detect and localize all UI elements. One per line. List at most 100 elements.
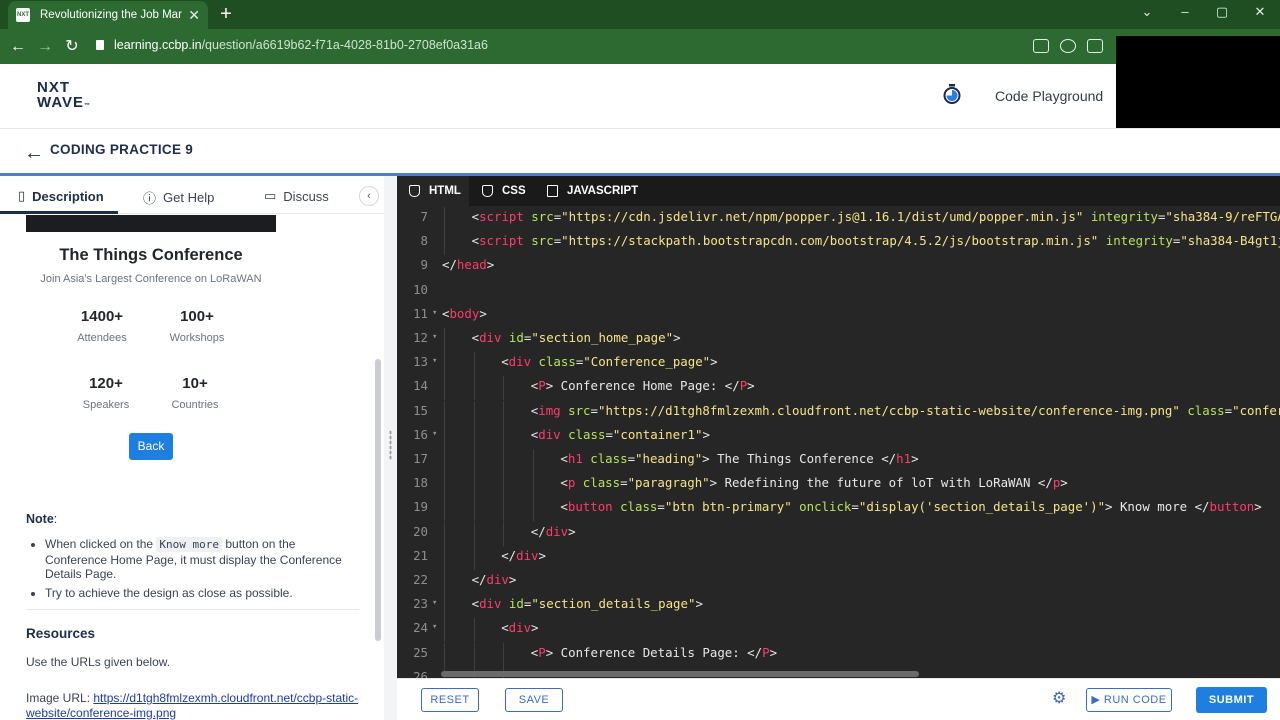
code-token: src	[568, 402, 591, 418]
description-panel: ▯ Description ⓘ Get Help ▭ Discuss ‹ The Th…	[0, 179, 384, 720]
tab-html[interactable]: HTML	[409, 185, 461, 197]
submit-button[interactable]: SUBMIT	[1196, 687, 1267, 713]
collapse-panel-button[interactable]: ‹	[359, 186, 379, 206]
indent-guide	[473, 545, 475, 570]
indent-guide	[503, 376, 505, 401]
code-line[interactable]: 8 <script src="https://stackpath.bootstra…	[397, 231, 1280, 257]
code-token: >	[673, 330, 681, 345]
run-code-button[interactable]: ▶ RUN CODE	[1086, 688, 1172, 712]
line-number: 14	[413, 378, 428, 394]
app-header: NXT WAVE™ Code Playground	[0, 64, 1280, 129]
forward-nav-icon[interactable]: →	[35, 37, 55, 57]
line-number: 20	[413, 523, 428, 539]
code-line[interactable]: 14 <P> Conference Home Page: </P>	[397, 376, 1280, 402]
code-token: Know more	[1112, 499, 1195, 515]
code-token: "https://stackpath.bootstrapcdn.com/boot…	[561, 233, 1099, 249]
reload-icon[interactable]: ↻	[62, 37, 82, 57]
code-token: div	[538, 426, 561, 442]
code-line[interactable]: 12 ▾ <div id="section_home_page">	[397, 328, 1280, 354]
code-token: id	[508, 330, 524, 345]
code-line[interactable]: 18 <p class="paragragh"> Redefining the f…	[397, 473, 1280, 499]
share-icon[interactable]	[1087, 39, 1103, 53]
reset-button[interactable]: RESET	[421, 688, 479, 712]
code-playground-link[interactable]: Code Playground	[995, 88, 1103, 104]
code-token: <	[471, 596, 480, 612]
code-token: div	[545, 523, 569, 539]
code-token: body	[449, 305, 480, 321]
tab-search-icon[interactable]: ⌄	[1137, 4, 1157, 20]
code-line[interactable]: 13 ▾ <div class="Conference_page">	[397, 352, 1280, 378]
code-token: "Conference_page"	[583, 354, 711, 370]
tab-javascript[interactable]: JAVASCRIPT	[547, 185, 638, 197]
eye-off-icon[interactable]	[1060, 39, 1076, 53]
fold-toggle-icon[interactable]: ▾	[432, 429, 437, 439]
stat-label: Speakers	[82, 399, 130, 411]
code-line[interactable]: 25 <P> Conference Details Page: </P>	[397, 642, 1280, 669]
line-number: 23	[413, 596, 428, 612]
code-line[interactable]: 22 </div>	[397, 570, 1280, 596]
code-token: </	[442, 257, 457, 273]
stopwatch-icon[interactable]	[943, 84, 961, 104]
code-line[interactable]: 24 ▾ <div>	[397, 618, 1280, 644]
code-token: "display('section_details_page')"	[858, 499, 1106, 515]
code-line[interactable]: 19 <button class="btn btn-primary" onclic…	[397, 497, 1280, 523]
fold-toggle-icon[interactable]: ▾	[432, 356, 437, 366]
code-line[interactable]: 7 <script src="https://cdn.jsdelivr.net/n…	[397, 207, 1280, 233]
browser-tab[interactable]: NXT Revolutionizing the Job Market | ✕	[8, 1, 208, 29]
editor-horizontal-scrollbar[interactable]	[441, 671, 919, 677]
fold-toggle-icon[interactable]: ▾	[432, 622, 437, 632]
panel-resize-handle[interactable]	[384, 176, 397, 720]
code-token: "btn btn-primary"	[664, 499, 792, 515]
nxtwave-logo[interactable]: NXT WAVE™	[37, 80, 91, 114]
tab-css[interactable]: CSS	[482, 185, 526, 197]
back-arrow-icon[interactable]: ←	[24, 142, 44, 165]
code-line[interactable]: 10	[397, 282, 1280, 306]
address-bar[interactable]: learning.ccbp.in/question/a6619b62-f71a-…	[96, 38, 488, 52]
code-token: Conference Details Page:	[553, 644, 748, 660]
tab-close-icon[interactable]: ✕	[188, 7, 200, 24]
tab-discuss[interactable]: ▭ Discuss	[264, 188, 329, 204]
code-token: </	[1194, 499, 1210, 515]
code-line[interactable]: 21 </div>	[397, 545, 1280, 572]
tab-javascript-label: JAVASCRIPT	[567, 185, 639, 197]
code-line[interactable]: 11 ▾ <body>	[397, 306, 1280, 330]
code-text: <P> Conference Home Page: </P>	[531, 378, 755, 393]
code-lines[interactable]: 7 <script src="https://cdn.jsdelivr.net/n…	[397, 206, 1280, 678]
new-tab-button[interactable]: +	[216, 4, 236, 24]
code-token: script	[479, 209, 524, 224]
fold-toggle-icon[interactable]: ▾	[432, 332, 437, 342]
code-line[interactable]: 17 <h1 class="heading"> The Things Confer…	[397, 449, 1280, 475]
minimize-button[interactable]: –	[1175, 4, 1195, 19]
back-nav-icon[interactable]: ←	[8, 37, 28, 57]
fold-toggle-icon[interactable]: ▾	[432, 308, 437, 318]
tab-discuss-label: Discuss	[283, 188, 329, 204]
code-token: "confere	[1232, 402, 1280, 418]
tab-description[interactable]: ▯ Description	[18, 188, 104, 204]
indent-guide	[503, 400, 505, 425]
tab-get-help[interactable]: ⓘ Get Help	[143, 188, 214, 207]
list-item: Try to achieve the design as close as po…	[45, 586, 345, 601]
gear-icon[interactable]: ⚙	[1052, 691, 1068, 707]
tab-css-label: CSS	[502, 185, 526, 197]
indent-guide	[473, 521, 475, 546]
preview-back-button[interactable]: Back	[129, 433, 173, 460]
code-line[interactable]: 23 ▾ <div id="section_details_page">	[397, 594, 1280, 620]
code-line[interactable]: 9 </head>	[397, 257, 1280, 281]
code-line[interactable]: 20 </div>	[397, 521, 1280, 548]
install-app-icon[interactable]	[1033, 39, 1049, 53]
panel-scrollbar[interactable]	[375, 359, 381, 641]
code-line[interactable]: 16 ▾ <div class="container1">	[397, 424, 1280, 451]
code-token: div	[479, 596, 502, 612]
window-close-button[interactable]: ✕	[1250, 4, 1270, 20]
stat-number: 1400+	[80, 308, 124, 325]
code-token: "https://d1tgh8fmlzexmh.cloudfront.net/c…	[597, 402, 1180, 418]
indent-guide	[444, 497, 445, 522]
code-token: div	[516, 547, 539, 563]
maximize-button[interactable]: ▢	[1212, 4, 1232, 20]
fold-toggle-icon[interactable]: ▾	[432, 598, 437, 608]
code-token: >	[486, 257, 495, 273]
code-line[interactable]: 15 <img src="https://d1tgh8fmlzexmh.cloud…	[397, 400, 1280, 427]
save-button[interactable]: SAVE	[505, 688, 563, 712]
